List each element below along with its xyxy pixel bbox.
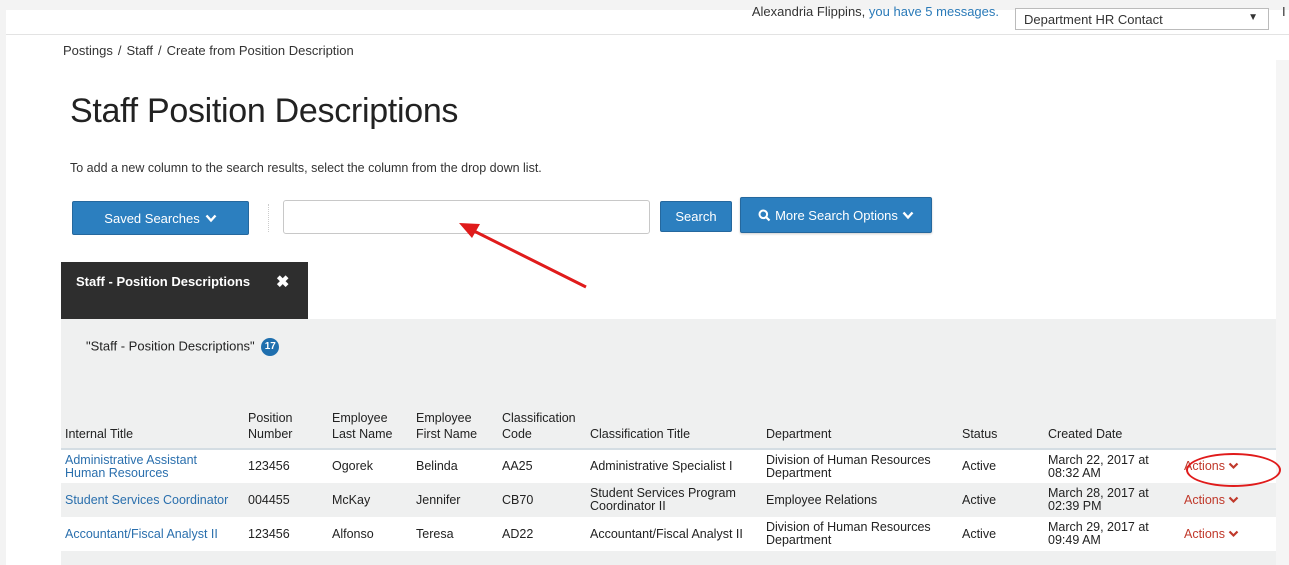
internal-title-link[interactable]: Accountant/Fiscal Analyst II xyxy=(61,517,244,551)
table-row: Accountant/Fiscal Analyst II 123456 Alfo… xyxy=(61,517,1276,551)
close-icon[interactable]: ✖ xyxy=(276,272,289,292)
table-header-row: Internal Title Position Number Employee … xyxy=(61,410,1276,450)
more-search-options-label: More Search Options xyxy=(775,207,898,223)
column-header-actions xyxy=(1180,410,1276,450)
actions-menu-button[interactable]: Actions xyxy=(1180,517,1276,551)
results-heading: "Staff - Position Descriptions" 17 xyxy=(86,338,280,356)
table-row: Administrative Assistant Human Resources… xyxy=(61,449,1276,483)
saved-searches-button[interactable]: Saved Searches xyxy=(72,201,249,235)
role-select[interactable]: Department HR Contact ▼ xyxy=(1015,8,1269,30)
column-header-internal-title[interactable]: Internal Title xyxy=(61,410,244,450)
class-code-cell: CB70 xyxy=(502,492,534,507)
status-cell: Active xyxy=(962,492,997,507)
class-code-cell: AA25 xyxy=(502,459,533,473)
created-date-cell: March 22, 2017 at 08:32 AM xyxy=(1048,452,1149,480)
tab-label: Staff - Position Descriptions xyxy=(76,274,251,289)
created-date-cell: March 29, 2017 at 09:49 AM xyxy=(1048,520,1149,547)
page-title: Staff Position Descriptions xyxy=(70,92,459,130)
actions-label: Actions xyxy=(1184,492,1225,507)
chevron-down-icon xyxy=(1228,496,1239,503)
toolbar-divider xyxy=(268,204,269,232)
column-header-classification-title[interactable]: Classification Title xyxy=(586,410,762,450)
position-number-cell: 004455 xyxy=(248,492,290,507)
actions-label: Actions xyxy=(1184,526,1225,541)
column-header-employee-last-name[interactable]: Employee Last Name xyxy=(328,410,412,450)
chevron-down-icon xyxy=(1228,530,1239,537)
results-table: Internal Title Position Number Employee … xyxy=(61,410,1276,551)
search-icon xyxy=(758,209,771,221)
role-select-value: Department HR Contact xyxy=(1024,12,1163,27)
last-name-cell: McKay xyxy=(332,492,371,507)
first-name-cell: Teresa xyxy=(416,526,454,541)
actions-menu-button[interactable]: Actions xyxy=(1180,449,1276,483)
breadcrumb: Postings / Staff / Create from Position Desc… xyxy=(63,43,354,58)
actions-menu-button[interactable]: Actions xyxy=(1180,483,1276,517)
help-text: To add a new column to the search result… xyxy=(70,161,542,175)
last-name-cell: Alfonso xyxy=(332,526,374,541)
breadcrumb-item-postings[interactable]: Postings xyxy=(63,43,113,58)
search-input[interactable] xyxy=(283,200,650,234)
topbar-overflow-text: I xyxy=(1282,4,1286,19)
internal-title-link[interactable]: Student Services Coordinator xyxy=(61,483,244,517)
column-header-classification-code[interactable]: Classification Code xyxy=(498,410,586,450)
select-caret-icon: ▼ xyxy=(1248,12,1258,23)
last-name-cell: Ogorek xyxy=(332,459,373,473)
chevron-down-icon xyxy=(205,214,217,222)
more-search-options-button[interactable]: More Search Options xyxy=(740,197,932,233)
first-name-cell: Jennifer xyxy=(416,492,461,507)
first-name-cell: Belinda xyxy=(416,459,458,473)
chevron-down-icon xyxy=(1228,462,1239,470)
messages-link[interactable]: you have 5 messages. xyxy=(869,4,999,19)
column-header-employee-first-name[interactable]: Employee First Name xyxy=(412,410,498,450)
status-cell: Active xyxy=(962,526,997,541)
position-number-cell: 123456 xyxy=(248,459,290,473)
results-title: "Staff - Position Descriptions" xyxy=(86,338,255,354)
breadcrumb-item-current: Create from Position Description xyxy=(166,43,354,58)
breadcrumb-item-staff[interactable]: Staff xyxy=(127,43,154,58)
department-cell: Division of Human Resources Department xyxy=(766,520,931,547)
class-title-cell: Student Services Program Coordinator II xyxy=(590,486,736,513)
top-bar: Alexandria Flippins, you have 5 messages… xyxy=(6,4,1289,35)
column-header-position-number[interactable]: Position Number xyxy=(244,410,328,450)
chevron-down-icon xyxy=(902,211,914,219)
position-number-cell: 123456 xyxy=(248,526,290,541)
page-scrollbar[interactable] xyxy=(1276,60,1289,565)
department-cell: Employee Relations xyxy=(766,492,878,507)
column-header-status[interactable]: Status xyxy=(958,410,1044,450)
actions-label: Actions xyxy=(1184,459,1225,473)
class-title-cell: Administrative Specialist I xyxy=(590,459,733,473)
class-code-cell: AD22 xyxy=(502,526,534,541)
table-row: Student Services Coordinator 004455 McKa… xyxy=(61,483,1276,517)
department-cell: Division of Human Resources Department xyxy=(766,452,931,480)
user-greeting: Alexandria Flippins, you have 5 messages… xyxy=(752,4,999,19)
search-button[interactable]: Search xyxy=(660,201,732,232)
tab-staff-position-descriptions[interactable]: Staff - Position Descriptions ✖ xyxy=(61,262,308,320)
results-count-badge: 17 xyxy=(261,338,280,356)
status-cell: Active xyxy=(962,459,997,473)
saved-searches-label: Saved Searches xyxy=(104,210,200,226)
column-header-department[interactable]: Department xyxy=(762,410,958,450)
class-title-cell: Accountant/Fiscal Analyst II xyxy=(590,526,743,541)
created-date-cell: March 28, 2017 at 02:39 PM xyxy=(1048,486,1149,513)
user-name: Alexandria Flippins, xyxy=(751,4,866,19)
column-header-created-date[interactable]: Created Date xyxy=(1044,410,1180,450)
internal-title-link[interactable]: Administrative Assistant Human Resources xyxy=(61,449,244,483)
